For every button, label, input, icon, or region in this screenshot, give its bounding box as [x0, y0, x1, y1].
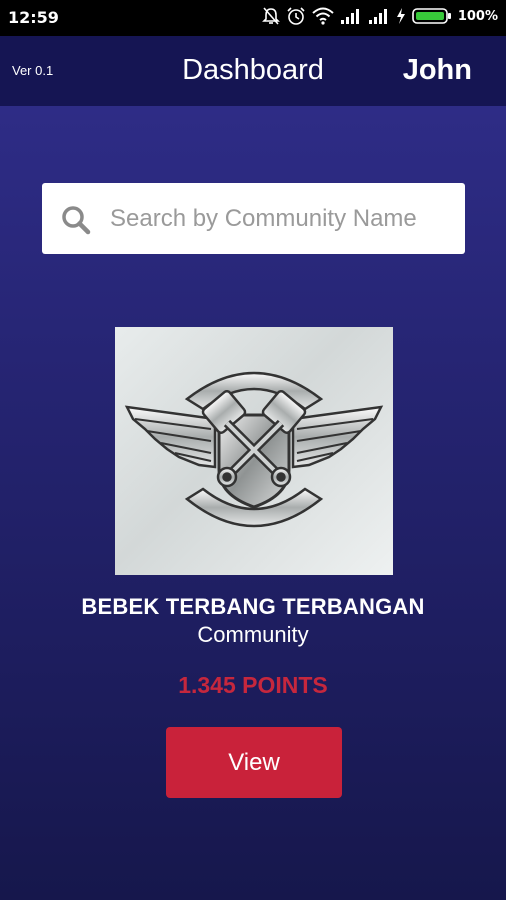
- charging-icon: [396, 8, 405, 24]
- battery-percent: 100%: [457, 8, 498, 24]
- search-box[interactable]: [42, 183, 465, 254]
- dashboard-content: BEBEK TERBANG TERBANGAN Community 1.345 …: [0, 106, 506, 900]
- community-logo: [115, 327, 393, 575]
- battery-icon: [412, 8, 451, 24]
- app-bar: Ver 0.1 Dashboard John: [0, 36, 506, 106]
- status-time: 12:59: [8, 8, 59, 27]
- alarm-icon: [287, 7, 305, 25]
- view-button[interactable]: View: [166, 727, 342, 798]
- wifi-icon: [312, 7, 334, 25]
- community-type: Community: [197, 622, 309, 647]
- search-input[interactable]: [108, 201, 452, 237]
- mute-icon: [261, 7, 280, 25]
- signal-icon: [340, 9, 359, 24]
- community-name: BEBEK TERBANG TERBANGAN: [81, 594, 425, 619]
- status-icons: 100%: [261, 6, 498, 26]
- signal-icon: [368, 9, 387, 24]
- winged-pistons-emblem: [124, 371, 384, 528]
- status-bar: 12:59 100%: [0, 0, 506, 36]
- user-name[interactable]: John: [403, 54, 472, 87]
- community-points: 1.345 POINTS: [178, 672, 328, 698]
- search-icon: [62, 206, 91, 235]
